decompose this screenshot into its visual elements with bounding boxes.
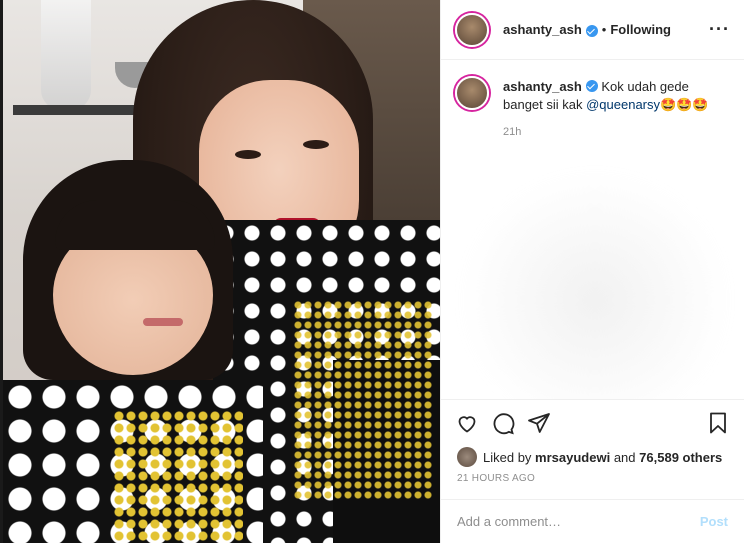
post-header: ashanty_ash • Following ··· <box>441 0 744 60</box>
separator: • <box>601 22 607 37</box>
blurred-area <box>459 170 731 399</box>
posted-time[interactable]: 21 HOURS AGO <box>441 469 744 499</box>
girl-bangs <box>55 200 215 250</box>
girl-mouth <box>143 318 183 326</box>
header-username[interactable]: ashanty_ash <box>503 22 582 37</box>
caption-comment: ashanty_ash Kok udah gede banget sii kak… <box>455 76 730 114</box>
bookmark-icon[interactable] <box>706 411 730 435</box>
lamp <box>41 0 91 110</box>
post-photo[interactable] <box>0 0 440 543</box>
paper-plane-icon[interactable] <box>527 411 551 435</box>
likes-count[interactable]: 76,589 others <box>639 450 722 465</box>
avatar[interactable] <box>455 76 489 110</box>
post-side-panel: ashanty_ash • Following ··· ashanty_ash … <box>440 0 744 543</box>
woman-eye-right <box>303 140 329 149</box>
avatar[interactable] <box>455 12 489 47</box>
comment-body: ashanty_ash Kok udah gede banget sii kak… <box>503 76 730 114</box>
comment-timestamp[interactable]: 21h <box>503 126 730 138</box>
comment-icon[interactable] <box>491 411 515 435</box>
girl-yellow-dots <box>113 410 243 543</box>
verified-badge-icon <box>585 80 598 92</box>
side-table <box>13 105 153 115</box>
comment-input[interactable] <box>457 514 700 529</box>
comments-section: ashanty_ash Kok udah gede banget sii kak… <box>441 60 744 399</box>
post-button[interactable]: Post <box>700 514 728 529</box>
verified-badge-icon <box>585 24 598 37</box>
liker-username[interactable]: mrsayudewi <box>535 450 610 465</box>
likes-line: Liked by mrsayudewi and 76,589 others <box>441 445 744 469</box>
likes-conjunction: and <box>613 449 636 465</box>
mention-link[interactable]: @queenarsy <box>586 97 660 112</box>
liker-avatar[interactable] <box>457 447 477 467</box>
likes-prefix: Liked by <box>483 449 532 465</box>
woman-yellow-dots <box>293 300 433 500</box>
woman-eye-left <box>235 150 261 159</box>
action-bar <box>441 399 744 445</box>
following-button[interactable]: Following <box>610 22 671 37</box>
add-comment-bar: Post <box>441 499 744 543</box>
comment-username[interactable]: ashanty_ash <box>503 79 582 94</box>
more-horizontal-icon[interactable]: ··· <box>709 19 730 40</box>
comment-emoji: 🤩🤩🤩 <box>660 97 709 112</box>
instagram-post: ashanty_ash • Following ··· ashanty_ash … <box>0 0 744 543</box>
heart-icon[interactable] <box>455 411 479 435</box>
